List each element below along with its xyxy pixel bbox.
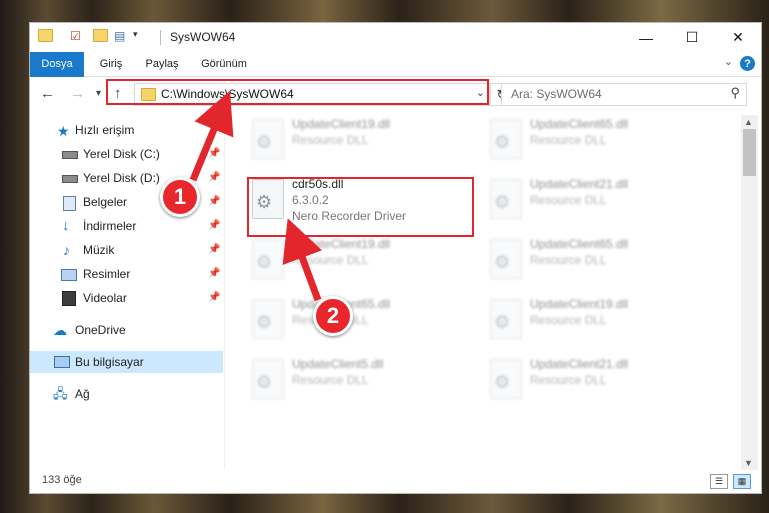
arrow-to-file bbox=[282, 218, 322, 302]
annotation-arrows bbox=[189, 90, 322, 302]
step-2-badge: 2 bbox=[313, 296, 353, 336]
arrow-to-address-bar bbox=[189, 90, 234, 182]
step-1-badge: 1 bbox=[160, 177, 200, 217]
